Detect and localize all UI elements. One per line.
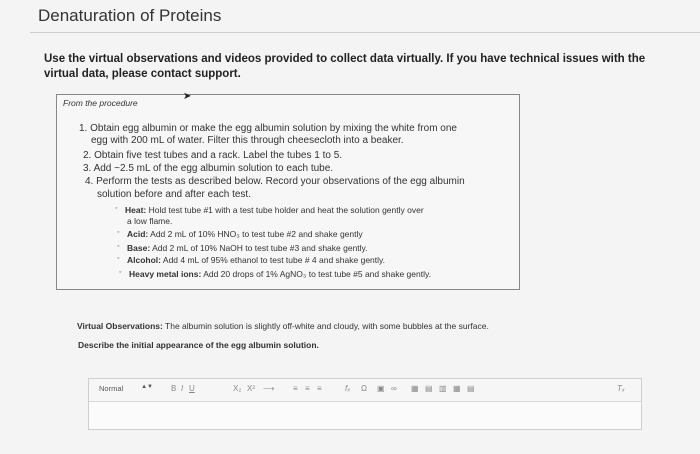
question-text: Describe the initial appearance of the e… xyxy=(78,340,319,350)
table-column-icon[interactable]: ▥ xyxy=(439,384,447,393)
virtual-observations: Virtual Observations: The albumin soluti… xyxy=(77,321,489,331)
underline-icon[interactable]: U xyxy=(189,384,195,393)
bullet-icon: ◦ xyxy=(117,243,120,250)
align-icon[interactable]: ≡ xyxy=(293,384,298,393)
image-icon[interactable]: ▣ xyxy=(377,384,385,393)
arrow-icon[interactable]: ⟶ xyxy=(263,384,274,393)
bullet-icon: ◦ xyxy=(117,229,120,236)
step-1: 1. Obtain egg albumin or make the egg al… xyxy=(79,123,457,134)
test-heavy-metal-text: Add 20 drops of 1% AgNO₃ to test tube #5… xyxy=(203,269,431,279)
step-2: 2. Obtain five test tubes and a rack. La… xyxy=(83,150,343,161)
test-alcohol: Alcohol: Add 4 mL of 95% ethanol to test… xyxy=(127,255,385,266)
virtual-observations-text: The albumin solution is slightly off-whi… xyxy=(165,321,489,331)
ordered-list-icon[interactable]: ≡ xyxy=(305,384,310,393)
table-icon[interactable]: ▦ xyxy=(411,384,419,393)
test-acid-name: Acid: xyxy=(127,229,149,239)
test-heat-text: Hold test tube #1 with a test tube holde… xyxy=(148,205,424,215)
answer-editor[interactable]: Normal ▲▼ B I U X₂ X² ⟶ ≡ ≡ ≡ fₓ Ω ▣ ∞ ▦… xyxy=(88,378,642,430)
editor-toolbar: Normal ▲▼ B I U X₂ X² ⟶ ≡ ≡ ≡ fₓ Ω ▣ ∞ ▦… xyxy=(89,379,641,402)
title-divider xyxy=(30,32,700,33)
editor-text-area[interactable] xyxy=(89,402,641,430)
bold-icon[interactable]: B xyxy=(171,384,176,393)
omega-icon[interactable]: Ω xyxy=(361,384,367,393)
test-heat-continued: a low flame. xyxy=(127,216,173,226)
italic-icon[interactable]: I xyxy=(181,384,183,393)
test-heat-name: Heat: xyxy=(125,205,147,215)
test-heavy-metal-name: Heavy metal ions: xyxy=(129,269,202,279)
test-base-text: Add 2 mL of 10% NaOH to test tube #3 and… xyxy=(152,243,368,253)
step-3: 3. Add ~2.5 mL of the egg albumin soluti… xyxy=(83,163,334,174)
mouse-cursor-icon: ➤ xyxy=(183,91,192,102)
procedure-box: From the procedure 1. Obtain egg albumin… xyxy=(56,94,520,290)
delete-table-icon[interactable]: ▤ xyxy=(467,384,475,393)
step-1-continued: egg with 200 mL of water. Filter this th… xyxy=(91,135,404,146)
step-4: 4. Perform the tests as described below.… xyxy=(85,176,465,187)
chevron-down-icon: ▲▼ xyxy=(141,384,153,390)
superscript-icon[interactable]: X² xyxy=(247,384,255,393)
procedure-label: From the procedure xyxy=(63,98,138,108)
test-acid-text: Add 2 mL of 10% HNO₃ to test tube #2 and… xyxy=(150,229,363,239)
instructions-text: Use the virtual observations and videos … xyxy=(44,53,646,80)
page-title: Denaturation of Proteins xyxy=(38,6,222,25)
bullet-list-icon[interactable]: ≡ xyxy=(317,384,322,393)
test-acid: Acid: Add 2 mL of 10% HNO₃ to test tube … xyxy=(127,229,363,240)
test-alcohol-name: Alcohol: xyxy=(127,255,161,265)
step-4-continued: solution before and after each test. xyxy=(97,189,251,200)
bullet-icon: ◦ xyxy=(115,205,118,212)
test-heat: Heat: Hold test tube #1 with a test tube… xyxy=(125,205,424,216)
link-icon[interactable]: ∞ xyxy=(391,384,397,393)
test-base-name: Base: xyxy=(127,243,151,253)
virtual-observations-label: Virtual Observations: xyxy=(77,321,163,331)
table-row-icon[interactable]: ▤ xyxy=(425,384,433,393)
clear-format-icon[interactable]: Tₓ xyxy=(617,384,625,393)
paragraph-style-select[interactable]: Normal ▲▼ xyxy=(99,384,155,397)
bullet-icon: ◦ xyxy=(117,255,120,262)
test-heavy-metal: Heavy metal ions: Add 20 drops of 1% AgN… xyxy=(129,269,431,280)
test-base: Base: Add 2 mL of 10% NaOH to test tube … xyxy=(127,243,368,254)
formula-icon[interactable]: fₓ xyxy=(345,384,350,393)
bullet-icon: ◦ xyxy=(119,269,122,276)
paragraph-style-value: Normal xyxy=(99,384,124,393)
test-alcohol-text: Add 4 mL of 95% ethanol to test tube # 4… xyxy=(162,255,386,265)
subscript-icon[interactable]: X₂ xyxy=(233,384,241,393)
merge-cells-icon[interactable]: ▦ xyxy=(453,384,461,393)
